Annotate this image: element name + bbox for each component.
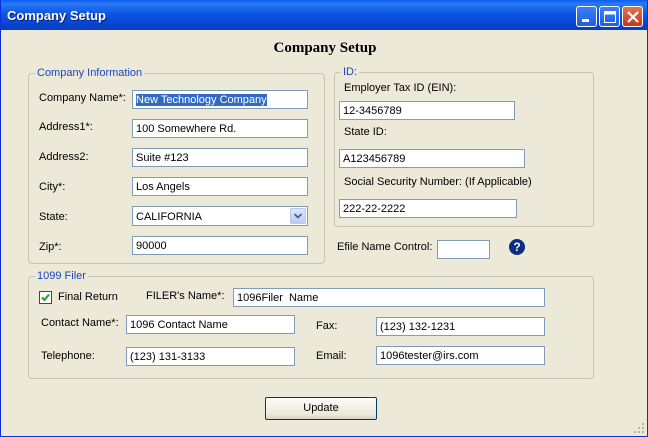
contact-name-input[interactable] (126, 315, 295, 334)
update-button[interactable]: Update (265, 397, 377, 420)
address2-label: Address2: (39, 151, 89, 163)
maximize-button[interactable] (599, 6, 620, 27)
title-bar[interactable]: Company Setup (1, 0, 647, 30)
zip-label: Zip*: (39, 241, 62, 253)
state-selected-value: CALIFORNIA (136, 211, 203, 223)
address2-input[interactable] (132, 148, 308, 167)
company-name-label: Company Name*: (39, 92, 126, 104)
ein-input[interactable] (339, 101, 515, 120)
city-label: City*: (39, 181, 66, 193)
ssn-input[interactable] (339, 199, 517, 218)
efile-name-control-label: Efile Name Control: (337, 241, 433, 253)
checkmark-icon (41, 293, 50, 302)
window-title: Company Setup (7, 8, 106, 23)
state-dropdown-button[interactable] (290, 208, 306, 224)
state-label: State: (39, 211, 68, 223)
company-name-input[interactable]: New Technology Company (132, 90, 308, 109)
fax-input[interactable] (376, 317, 545, 336)
state-id-label: State ID: (344, 126, 387, 138)
id-legend: ID: (341, 66, 360, 78)
page-title: Company Setup (273, 40, 377, 56)
address1-input[interactable] (132, 119, 308, 138)
filer-legend: 1099 Filer (35, 270, 88, 282)
state-id-input[interactable] (339, 149, 525, 168)
minimize-button[interactable] (576, 6, 597, 27)
telephone-label: Telephone: (41, 350, 95, 362)
efile-name-control-input[interactable] (437, 240, 490, 259)
company-setup-window: Company Setup Company Setup Company Info… (0, 0, 648, 437)
close-icon (627, 11, 639, 23)
city-input[interactable] (132, 177, 308, 196)
email-label: Email: (316, 350, 347, 362)
minimize-icon (582, 19, 589, 22)
maximize-icon (604, 11, 616, 23)
chevron-down-icon (293, 213, 303, 219)
zip-input[interactable] (132, 236, 308, 255)
company-information-legend: Company Information (35, 67, 145, 79)
final-return-checkbox[interactable] (39, 291, 52, 304)
state-select[interactable]: CALIFORNIA (132, 206, 308, 226)
filer-name-input[interactable] (233, 288, 545, 307)
ein-label: Employer Tax ID (EIN): (344, 82, 457, 94)
help-icon[interactable]: ? (509, 239, 525, 255)
final-return-label: Final Return (58, 291, 118, 303)
fax-label: Fax: (316, 320, 338, 332)
resize-grip-icon[interactable] (633, 422, 645, 434)
close-button[interactable] (622, 6, 643, 27)
filer-name-label: FILER's Name*: (146, 290, 225, 302)
email-input[interactable] (376, 346, 545, 365)
telephone-input[interactable] (126, 347, 295, 366)
contact-name-label: Contact Name*: (41, 317, 119, 329)
ssn-label: Social Security Number: (If Applicable) (344, 176, 532, 188)
address1-label: Address1*: (39, 121, 93, 133)
